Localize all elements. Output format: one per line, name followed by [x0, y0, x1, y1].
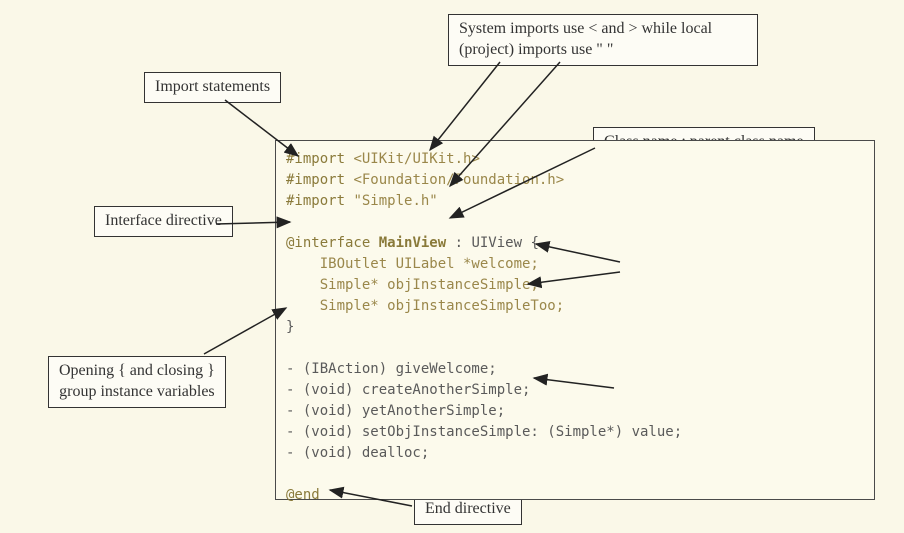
label-interface-directive: Interface directive	[94, 206, 233, 237]
code-brace: }	[286, 319, 294, 335]
code-import-lib: <UIKit/UIKit.h>	[353, 151, 479, 167]
code-method: - (IBAction) giveWelcome;	[286, 361, 497, 377]
code-method: - (void) dealloc;	[286, 445, 429, 461]
code-interface-rest: : UIView {	[446, 235, 539, 251]
code-ivar: Simple* objInstanceSimple;	[286, 277, 539, 293]
code-import-lib: "Simple.h"	[353, 193, 437, 209]
code-ivar: IBOutlet UILabel *welcome;	[286, 256, 539, 272]
label-opening-closing: Opening { and closing } group instance v…	[48, 356, 226, 408]
arrow	[204, 308, 286, 354]
code-import-kw: #import	[286, 172, 353, 188]
code-panel: #import <UIKit/UIKit.h> #import <Foundat…	[275, 140, 875, 500]
label-import-statements: Import statements	[144, 72, 281, 103]
code-import-kw: #import	[286, 193, 353, 209]
code-class-name: MainView	[370, 235, 446, 251]
label-system-imports: System imports use < and > while local (…	[448, 14, 758, 66]
code-import-lib: <Foundation/Foundation.h>	[353, 172, 564, 188]
code-method: - (void) createAnotherSimple;	[286, 382, 530, 398]
code-interface-kw: @interface	[286, 235, 370, 251]
code-method: - (void) setObjInstanceSimple: (Simple*)…	[286, 424, 682, 440]
code-import-kw: #import	[286, 151, 353, 167]
code-end-kw: @end	[286, 487, 320, 503]
code-content: #import <UIKit/UIKit.h> #import <Foundat…	[286, 149, 864, 506]
code-ivar: Simple* objInstanceSimpleToo;	[286, 298, 564, 314]
arrow	[430, 62, 500, 150]
code-method: - (void) yetAnotherSimple;	[286, 403, 505, 419]
